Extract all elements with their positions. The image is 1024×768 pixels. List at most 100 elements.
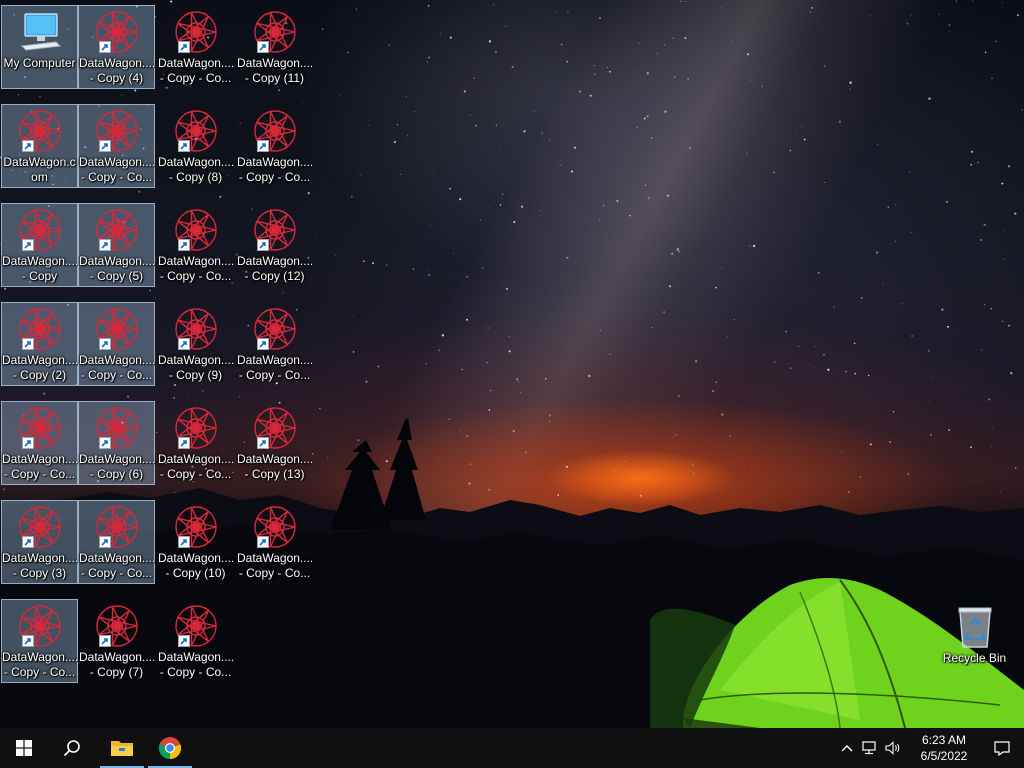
- datawagon-shortcut[interactable]: DataWagon.... - Copy (5): [78, 203, 155, 287]
- desktop-icon-label: DataWagon.... - Copy (6): [78, 452, 155, 482]
- datawagon-shortcut[interactable]: DataWagon.... - Copy - Co...: [236, 500, 313, 584]
- label-line-1: DataWagon....: [158, 551, 234, 565]
- system-tray: 6:23 AM 6/5/2022: [836, 728, 1024, 768]
- shortcut-arrow-icon: [98, 41, 111, 53]
- datawagon-icon: [16, 107, 64, 155]
- datawagon-shortcut[interactable]: DataWagon.... - Copy (9): [157, 302, 234, 386]
- label-line-1: DataWagon....: [79, 551, 155, 565]
- label-line-1: DataWagon....: [158, 452, 234, 466]
- datawagon-shortcut[interactable]: DataWagon.c om: [1, 104, 78, 188]
- label-line-2: - Copy (2): [12, 368, 67, 382]
- datawagon-icon: [16, 404, 64, 452]
- desktop[interactable]: My Computer DataWagon.... - Copy (4) DataWa…: [0, 0, 1024, 728]
- datawagon-shortcut[interactable]: DataWagon.... - Copy (6): [78, 401, 155, 485]
- chevron-up-icon: [841, 745, 853, 752]
- clock[interactable]: 6:23 AM 6/5/2022: [908, 728, 980, 768]
- shortcut-arrow-icon: [177, 41, 190, 53]
- datawagon-icon: [16, 602, 64, 650]
- shortcut-arrow-icon: [177, 338, 190, 350]
- label-line-1: DataWagon....: [158, 254, 234, 268]
- desktop-icon-label: DataWagon.... - Copy - Co...: [78, 353, 155, 383]
- datawagon-shortcut[interactable]: DataWagon.... - Copy (3): [1, 500, 78, 584]
- shortcut-arrow-icon: [21, 437, 34, 449]
- action-center-button[interactable]: [980, 728, 1024, 768]
- label-line-2: - Copy (10): [165, 566, 226, 580]
- shortcut-arrow-icon: [21, 536, 34, 548]
- datawagon-icon: [172, 107, 220, 155]
- label-line-2: - Copy (8): [168, 170, 223, 184]
- label-line-2: - Copy - Co...: [238, 170, 311, 184]
- volume-icon: [885, 741, 900, 755]
- clock-time: 6:23 AM: [921, 733, 967, 747]
- label-line-1: DataWagon....: [158, 56, 234, 70]
- my-computer[interactable]: My Computer: [1, 5, 78, 89]
- label-line-1: DataWagon....: [237, 551, 313, 565]
- search-button[interactable]: [48, 728, 96, 768]
- clock-date: 6/5/2022: [920, 749, 968, 763]
- datawagon-shortcut[interactable]: DataWagon.... - Copy - Co...: [1, 599, 78, 683]
- label-line-1: DataWagon....: [158, 155, 234, 169]
- datawagon-shortcut[interactable]: DataWagon.... - Copy - Co...: [157, 599, 234, 683]
- datawagon-shortcut[interactable]: DataWagon.... - Copy: [1, 203, 78, 287]
- label-line-2: - Copy (9): [168, 368, 223, 382]
- datawagon-shortcut[interactable]: DataWagon.... - Copy (4): [78, 5, 155, 89]
- label-line-2: - Copy - Co...: [159, 269, 232, 283]
- desktop-icon-label: DataWagon.... - Copy - Co...: [236, 551, 313, 581]
- desktop-icon-label: DataWagon.... - Copy (10): [157, 551, 234, 581]
- shortcut-arrow-icon: [98, 536, 111, 548]
- chrome-icon: [158, 737, 182, 760]
- shortcut-arrow-icon: [177, 239, 190, 251]
- label-line-2: - Copy (5): [89, 269, 144, 283]
- volume-control[interactable]: [882, 728, 906, 768]
- label-line-1: DataWagon....: [2, 452, 78, 466]
- label-line-2: - Copy - Co...: [238, 368, 311, 382]
- recycle-bin[interactable]: Recycle Bin: [936, 600, 1013, 684]
- shortcut-arrow-icon: [256, 41, 269, 53]
- label-line-2: - Copy (7): [89, 665, 144, 679]
- label-line-1: DataWagon....: [237, 56, 313, 70]
- desktop-icon-label: DataWagon.... - Copy - Co...: [1, 650, 78, 680]
- datawagon-shortcut[interactable]: DataWagon.... - Copy (13): [236, 401, 313, 485]
- taskbar-google-chrome[interactable]: [146, 728, 194, 768]
- taskbar-file-explorer[interactable]: [98, 728, 146, 768]
- datawagon-shortcut[interactable]: DataWagon.... - Copy - Co...: [78, 302, 155, 386]
- label-line-2: om: [31, 170, 48, 184]
- datawagon-shortcut[interactable]: DataWagon.... - Copy - Co...: [157, 203, 234, 287]
- datawagon-shortcut[interactable]: DataWagon.... - Copy - Co...: [236, 302, 313, 386]
- datawagon-icon: [251, 404, 299, 452]
- desktop-icon-label: DataWagon.... - Copy (11): [236, 56, 313, 86]
- shortcut-arrow-icon: [256, 239, 269, 251]
- datawagon-shortcut[interactable]: DataWagon.... - Copy - Co...: [236, 104, 313, 188]
- network-status[interactable]: [858, 728, 882, 768]
- datawagon-shortcut[interactable]: DataWagon.... - Copy - Co...: [157, 401, 234, 485]
- desktop-icon-label: DataWagon.... - Copy - Co...: [236, 353, 313, 383]
- desktop-icon-label: DataWagon.... - Copy (13): [236, 452, 313, 482]
- datawagon-icon: [16, 206, 64, 254]
- label-line-2: - Copy (12): [244, 269, 305, 283]
- shortcut-arrow-icon: [21, 635, 34, 647]
- datawagon-icon: [93, 602, 141, 650]
- datawagon-shortcut[interactable]: DataWagon.... - Copy (8): [157, 104, 234, 188]
- shortcut-arrow-icon: [98, 437, 111, 449]
- datawagon-icon: [172, 404, 220, 452]
- datawagon-shortcut[interactable]: DataWagon.... - Copy (10): [157, 500, 234, 584]
- network-icon: [862, 741, 876, 755]
- datawagon-icon: [93, 503, 141, 551]
- datawagon-shortcut[interactable]: DataWagon.... - Copy (11): [236, 5, 313, 89]
- datawagon-icon: [172, 8, 220, 56]
- datawagon-shortcut[interactable]: DataWagon.... - Copy - Co...: [157, 5, 234, 89]
- search-icon: [63, 740, 80, 757]
- datawagon-icon: [251, 206, 299, 254]
- datawagon-shortcut[interactable]: DataWagon.... - Copy (12): [236, 203, 313, 287]
- datawagon-shortcut[interactable]: DataWagon.... - Copy - Co...: [78, 500, 155, 584]
- shortcut-arrow-icon: [21, 338, 34, 350]
- datawagon-shortcut[interactable]: DataWagon.... - Copy - Co...: [78, 104, 155, 188]
- datawagon-shortcut[interactable]: DataWagon.... - Copy - Co...: [1, 401, 78, 485]
- show-hidden-icons-button[interactable]: [836, 728, 858, 768]
- desktop-icon-label: DataWagon.... - Copy - Co...: [157, 254, 234, 284]
- datawagon-icon: [93, 107, 141, 155]
- datawagon-shortcut[interactable]: DataWagon.... - Copy (7): [78, 599, 155, 683]
- datawagon-icon: [93, 8, 141, 56]
- start-button[interactable]: [0, 728, 48, 768]
- datawagon-shortcut[interactable]: DataWagon.... - Copy (2): [1, 302, 78, 386]
